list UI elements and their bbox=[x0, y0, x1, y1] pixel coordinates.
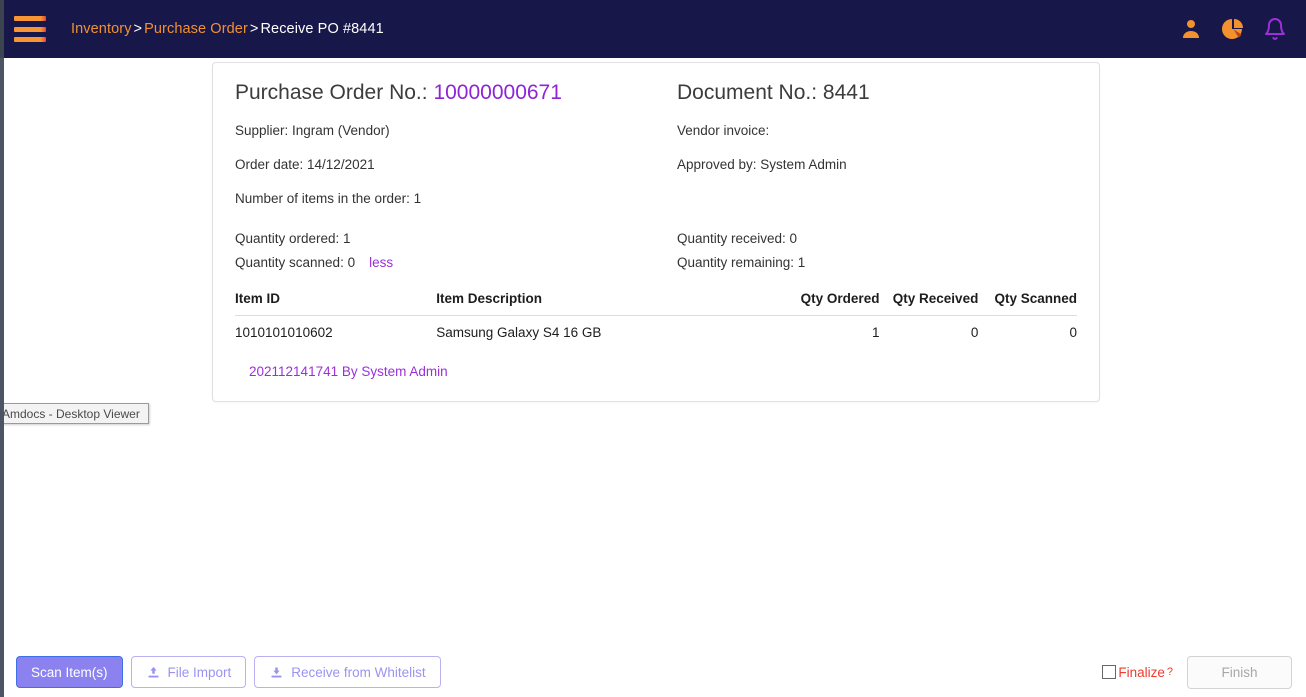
cell-item-id: 1010101010602 bbox=[235, 325, 333, 340]
approved-by-text: Approved by: System Admin bbox=[677, 157, 847, 172]
breadcrumb: Inventory > Purchase Order > Receive PO #844… bbox=[71, 21, 384, 37]
scan-items-button[interactable]: Scan Item(s) bbox=[16, 656, 123, 688]
table-row[interactable]: 1010101010602 Samsung Galaxy S4 16 GB 1 … bbox=[235, 316, 1077, 350]
quantity-scanned-text: Quantity scanned: 0 bbox=[235, 255, 356, 270]
order-summary-right-column: Document No.: 8441 Vendor invoice: Appro… bbox=[677, 81, 1077, 279]
quantity-received-text: Quantity received: 0 bbox=[677, 231, 798, 246]
finalize-checkbox[interactable] bbox=[1102, 665, 1117, 679]
finish-button[interactable]: Finish bbox=[1187, 655, 1292, 689]
finalize-checkbox-group: Finalize ? bbox=[1102, 665, 1173, 680]
column-header-item-description[interactable]: Item Description bbox=[436, 285, 782, 316]
finalize-label[interactable]: Finalize bbox=[1118, 665, 1165, 680]
items-table-head: Item ID Item Description Qty Ordered Qty… bbox=[235, 285, 1077, 316]
less-toggle-link[interactable]: less bbox=[369, 255, 393, 270]
breadcrumb-separator-1: > bbox=[133, 21, 143, 37]
items-table-body: 1010101010602 Samsung Galaxy S4 16 GB 1 … bbox=[235, 316, 1077, 350]
order-summary-left-column: Purchase Order No.: 10000000671 Supplier… bbox=[235, 81, 677, 279]
purchase-order-title: Purchase Order No.: 10000000671 bbox=[235, 81, 677, 105]
column-header-qty-scanned[interactable]: Qty Scanned bbox=[978, 285, 1077, 316]
column-header-item-id[interactable]: Item ID bbox=[235, 285, 437, 316]
cell-qty-received: 0 bbox=[970, 325, 979, 340]
page-left-edge-strip-lower bbox=[0, 58, 4, 697]
order-summary-columns: Purchase Order No.: 10000000671 Supplier… bbox=[235, 81, 1077, 279]
bottom-action-bar: Scan Item(s) File Import Receive from Wh… bbox=[0, 647, 1306, 697]
supplier-text: Supplier: Ingram (Vendor) bbox=[235, 123, 390, 138]
quantity-scanned-row: Quantity scanned: 0 less bbox=[235, 255, 677, 270]
breadcrumb-link-inventory[interactable]: Inventory bbox=[71, 21, 132, 37]
upload-icon bbox=[146, 665, 161, 680]
file-import-button[interactable]: File Import bbox=[130, 656, 247, 688]
pie-chart-icon[interactable] bbox=[1220, 16, 1246, 42]
right-column-spacer bbox=[677, 191, 1077, 206]
cell-qty-ordered: 1 bbox=[871, 325, 880, 340]
receive-from-whitelist-button[interactable]: Receive from Whitelist bbox=[254, 656, 441, 688]
items-table: Item ID Item Description Qty Ordered Qty… bbox=[235, 285, 1077, 349]
right-action-buttons: Finalize ? Finish bbox=[1102, 655, 1292, 689]
column-header-qty-received[interactable]: Qty Received bbox=[879, 285, 979, 316]
left-action-buttons: Scan Item(s) File Import Receive from Wh… bbox=[16, 656, 441, 688]
receive-from-whitelist-button-label: Receive from Whitelist bbox=[291, 664, 426, 680]
scan-items-button-label: Scan Item(s) bbox=[31, 664, 108, 680]
notification-bell-icon[interactable] bbox=[1262, 16, 1288, 42]
column-header-qty-ordered[interactable]: Qty Ordered bbox=[781, 285, 880, 316]
breadcrumb-link-purchase-order[interactable]: Purchase Order bbox=[144, 21, 248, 37]
help-question-icon[interactable]: ? bbox=[1167, 666, 1173, 678]
purchase-order-label: Purchase Order No.: bbox=[235, 81, 428, 104]
cell-item-description: Samsung Galaxy S4 16 GB bbox=[436, 325, 602, 340]
document-label: Document No.: bbox=[677, 81, 818, 104]
top-navigation-bar: Inventory > Purchase Order > Receive PO #844… bbox=[0, 0, 1306, 58]
quantity-ordered-text: Quantity ordered: 1 bbox=[235, 231, 351, 246]
finish-button-label: Finish bbox=[1221, 664, 1258, 680]
file-import-button-label: File Import bbox=[167, 664, 232, 680]
desktop-viewer-tooltip: Amdocs - Desktop Viewer bbox=[0, 403, 149, 424]
purchase-order-number[interactable]: 10000000671 bbox=[433, 81, 561, 104]
quantity-remaining-text: Quantity remaining: 1 bbox=[677, 255, 806, 270]
hamburger-menu-icon[interactable] bbox=[14, 16, 46, 42]
topbar-icon-group bbox=[1178, 0, 1288, 58]
order-date-text: Order date: 14/12/2021 bbox=[235, 157, 375, 172]
breadcrumb-separator-2: > bbox=[249, 21, 259, 37]
document-number: 8441 bbox=[822, 81, 870, 104]
scan-session-note[interactable]: 202112141741 By System Admin bbox=[235, 349, 1077, 387]
items-table-header-row: Item ID Item Description Qty Ordered Qty… bbox=[235, 285, 1077, 316]
vendor-invoice-text: Vendor invoice: bbox=[677, 123, 770, 138]
page-root: Inventory > Purchase Order > Receive PO #844… bbox=[0, 0, 1306, 697]
purchase-order-card: Purchase Order No.: 10000000671 Supplier… bbox=[212, 62, 1100, 402]
breadcrumb-current-page: Receive PO #8441 bbox=[260, 21, 384, 37]
document-title: Document No.: 8441 bbox=[677, 81, 1077, 105]
download-icon bbox=[269, 665, 284, 680]
cell-qty-scanned: 0 bbox=[1069, 325, 1077, 340]
user-icon[interactable] bbox=[1178, 16, 1204, 42]
number-of-items-text: Number of items in the order: 1 bbox=[235, 191, 422, 206]
